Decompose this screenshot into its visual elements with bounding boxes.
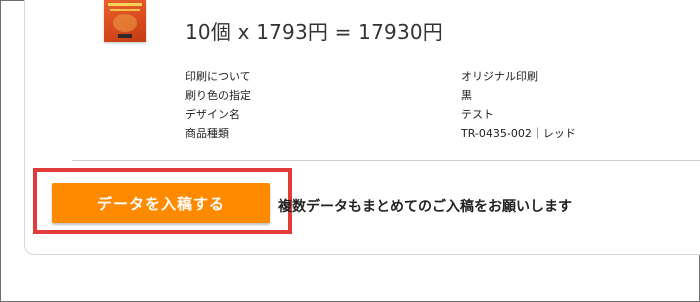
spec-label-design-name: デザイン名 (185, 108, 240, 121)
spec-value-print-color: 黒 (461, 89, 472, 102)
price-summary: 10個 x 1793円 = 17930円 (185, 20, 443, 44)
upload-data-button[interactable]: データを入稿する (52, 183, 270, 223)
spec-label-product-type: 商品種類 (185, 127, 229, 140)
product-thumbnail[interactable] (104, 0, 146, 42)
spec-label-print-method: 印刷について (185, 70, 251, 83)
thumbnail-title-stripe (108, 3, 142, 6)
upload-note: 複数データもまとめてのご入稿をお願いします (278, 199, 572, 215)
spec-value-product-type: TR-0435-002｜レッド (461, 127, 576, 140)
section-divider (72, 160, 700, 161)
spec-value-design-name: テスト (461, 108, 494, 121)
thumbnail-subtitle-stripe (110, 9, 140, 11)
thumbnail-emblem (113, 14, 137, 32)
spec-value-print-method: オリジナル印刷 (461, 70, 538, 83)
spec-label-print-color: 刷り色の指定 (185, 89, 251, 102)
thumbnail-footer-mark (118, 34, 132, 38)
